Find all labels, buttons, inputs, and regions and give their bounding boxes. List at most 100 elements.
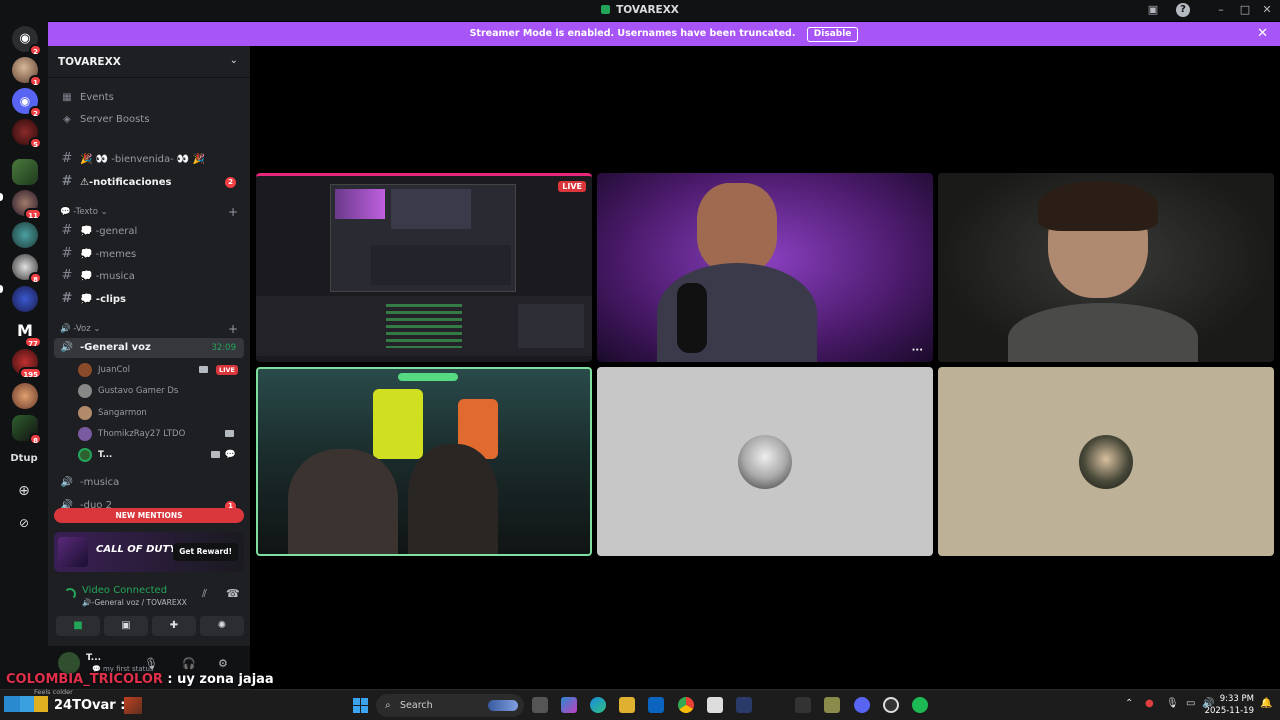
channel-bienvenida[interactable]: # 🎉 👀 -bienvenida- 👀 🎉 [54, 149, 244, 169]
edge-icon[interactable] [590, 697, 606, 713]
voice-channel-general[interactable]: 🔊 -General voz 32:09 [54, 338, 244, 358]
user-avatar-icon[interactable]: 1 [12, 57, 42, 87]
help-icon[interactable]: ? [1176, 3, 1190, 17]
voice-user[interactable]: JuanCol LIVE [78, 361, 244, 379]
voice-user[interactable]: Sangarmon [78, 404, 244, 422]
video-tile-speaking[interactable] [256, 367, 592, 556]
folder-label[interactable]: Dtup [0, 453, 48, 464]
screen-share-button[interactable]: ▣ [104, 616, 148, 636]
server-icon[interactable]: 195 [12, 349, 42, 379]
stream-tile-screen-share[interactable]: LIVE [256, 173, 592, 362]
start-button[interactable] [353, 698, 368, 713]
server-badge: 8 [29, 272, 42, 284]
server-header[interactable]: TOVAREXX ⌄ [48, 46, 250, 78]
maximize-icon[interactable]: □ [1238, 3, 1252, 17]
voice-user[interactable]: Gustavo Gamer Ds [78, 382, 244, 400]
hash-icon: # [61, 246, 73, 261]
voice-user-self[interactable]: T... 💬 [78, 446, 244, 464]
notepad-icon[interactable] [824, 697, 840, 713]
category-voz[interactable]: 🔊 -Voz ⌄ + [60, 322, 238, 336]
category-texto[interactable]: 💬 -Texto ⌄ + [60, 205, 238, 219]
add-server-icon[interactable]: ⊕ [13, 480, 35, 502]
channel-label: 💭 -clips [80, 294, 126, 305]
activities-button[interactable]: ✚ [152, 616, 196, 636]
server-icon[interactable] [12, 383, 38, 409]
new-mentions-button[interactable]: NEW MENTIONS [54, 508, 244, 523]
channel-notificaciones[interactable]: # ⚠-notificaciones 2 [54, 172, 244, 192]
menu-events[interactable]: ▦ Events [54, 88, 244, 108]
get-reward-button[interactable]: Get Reward! [173, 543, 238, 561]
server-icon[interactable]: 5 [12, 119, 42, 149]
channel-memes[interactable]: # 💭 -memes [54, 244, 244, 264]
channel-clips[interactable]: # 💭 -clips [54, 289, 244, 309]
disable-streamer-mode-button[interactable]: Disable [806, 27, 859, 42]
obs-icon[interactable] [883, 697, 899, 713]
server-icon[interactable] [12, 286, 38, 312]
discord-server-icon[interactable]: ◉ 2 [12, 88, 42, 118]
voice-status-title[interactable]: Video Connected [82, 585, 167, 596]
overlay-icon [4, 696, 20, 712]
server-icon[interactable]: 8 [12, 254, 42, 284]
chrome-icon[interactable] [678, 697, 694, 713]
discord-taskbar-icon[interactable] [854, 697, 870, 713]
server-m-icon[interactable]: M 77 [12, 318, 42, 348]
video-tile-user[interactable] [938, 173, 1274, 362]
server-icon[interactable]: 11 [12, 190, 42, 220]
gear-icon[interactable]: ⚙ [218, 657, 228, 670]
server-icon[interactable] [12, 159, 38, 185]
tray-app-icon[interactable]: ● [1145, 698, 1154, 709]
title-bar: TOVAREXX ▣ ? – □ ✕ [0, 0, 1280, 21]
outlook-icon[interactable] [648, 697, 664, 713]
disconnect-icon[interactable]: ☎ [226, 587, 240, 600]
avatar[interactable] [58, 652, 80, 674]
more-options-icon[interactable]: ··· [912, 345, 923, 356]
video-tile-avatar[interactable] [938, 367, 1274, 556]
noise-suppression-icon[interactable]: ⫽ [202, 587, 207, 601]
avatar [738, 434, 792, 489]
channel-label: ⚠-notificaciones [80, 177, 172, 188]
soundboard-button[interactable]: ✺ [200, 616, 244, 636]
channel-musica-text[interactable]: # 💭 -musica [54, 266, 244, 286]
microphone-icon[interactable]: 🎙 [144, 657, 158, 670]
voice-user[interactable]: ThomikzRay27 LTDO [78, 425, 244, 443]
spotify-icon[interactable] [912, 697, 928, 713]
channel-label: 💭 -general [80, 226, 138, 237]
inbox-icon[interactable]: ▣ [1146, 3, 1160, 17]
app-icon[interactable] [736, 697, 752, 713]
discover-icon[interactable]: ⊘ [13, 512, 35, 534]
close-banner-icon[interactable]: ✕ [1257, 22, 1268, 46]
voice-status-location[interactable]: 🔊-General voz / TOVAREXX [82, 598, 187, 607]
add-channel-icon[interactable]: + [228, 322, 238, 336]
capcut-icon[interactable] [795, 697, 811, 713]
task-view-icon[interactable] [532, 697, 548, 713]
promo-card[interactable]: CALL OF DUTY Get Reward! [54, 532, 244, 572]
minimize-icon[interactable]: – [1214, 3, 1228, 17]
calendar-icon: ▦ [62, 92, 72, 103]
taskbar-search[interactable]: ⌕ Search [376, 694, 524, 717]
voice-user-name: Gustavo Gamer Ds [98, 386, 179, 396]
channel-general[interactable]: # 💭 -general [54, 221, 244, 241]
person-body [1008, 303, 1198, 362]
direct-messages-icon[interactable]: ◉ 2 [12, 26, 42, 56]
video-tile-user[interactable]: ··· [597, 173, 933, 362]
store-icon[interactable] [707, 697, 723, 713]
server-folder-icon[interactable]: 8 [12, 415, 42, 445]
file-explorer-icon[interactable] [619, 697, 635, 713]
microphone-tray-icon[interactable]: 🎙 [1166, 698, 1179, 709]
network-icon[interactable]: ▭ [1186, 698, 1195, 709]
headphones-icon[interactable]: 🎧 [182, 657, 196, 670]
menu-server-boosts[interactable]: ◈ Server Boosts [54, 110, 244, 130]
camera-button[interactable]: ■ [56, 616, 100, 636]
video-tile-avatar[interactable] [597, 367, 933, 556]
signal-icon[interactable] [64, 588, 76, 600]
notifications-icon[interactable]: 🔔 [1260, 698, 1272, 709]
add-channel-icon[interactable]: + [228, 205, 238, 219]
server-icon[interactable] [12, 222, 38, 248]
close-window-icon[interactable]: ✕ [1260, 3, 1274, 17]
copilot-icon[interactable] [561, 697, 577, 713]
chevron-up-icon[interactable]: ⌃ [1125, 698, 1133, 709]
user-name[interactable]: T... [86, 653, 101, 663]
voice-channel-musica[interactable]: 🔊 -musica [54, 473, 244, 493]
windows-taskbar: Feels colder 24TOvar : ⌕ Search ⌃ ● 🎙 ▭ 🔊… [0, 688, 1280, 720]
system-clock[interactable]: 9:33 PM 2025-11-19 [1205, 693, 1254, 717]
